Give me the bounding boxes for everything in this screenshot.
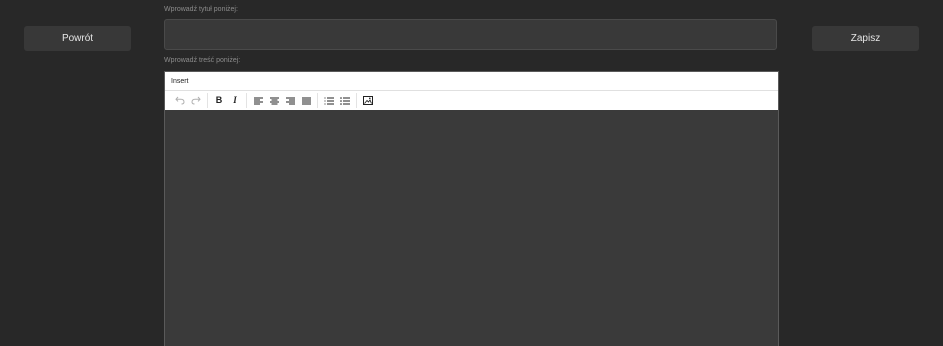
title-input[interactable]	[164, 19, 777, 50]
undo-icon[interactable]	[172, 93, 188, 108]
align-left-icon[interactable]	[250, 93, 266, 108]
bullet-list-icon[interactable]	[337, 93, 353, 108]
align-justify-icon[interactable]	[298, 93, 314, 108]
menu-insert[interactable]: Insert	[171, 78, 189, 85]
insert-group	[357, 93, 379, 108]
content-field-label: Wprowadź treść poniżej:	[164, 57, 241, 64]
image-icon[interactable]	[360, 93, 376, 108]
back-button[interactable]: Powrót	[24, 26, 131, 51]
italic-icon[interactable]: I	[227, 93, 243, 108]
format-group: B I	[208, 93, 247, 108]
editor-page: Powrót Wprowadź tytuł poniżej: Zapisz Wp…	[0, 0, 943, 346]
redo-icon[interactable]	[188, 93, 204, 108]
bold-icon[interactable]: B	[211, 93, 227, 108]
content-edit-area[interactable]	[165, 110, 778, 346]
rich-text-editor: Insert B I	[164, 71, 779, 346]
title-field-label: Wprowadź tytuł poniżej:	[164, 6, 238, 13]
align-right-icon[interactable]	[282, 93, 298, 108]
align-center-icon[interactable]	[266, 93, 282, 108]
history-group	[169, 93, 208, 108]
save-button[interactable]: Zapisz	[812, 26, 919, 51]
numbered-list-icon[interactable]	[321, 93, 337, 108]
editor-menubar: Insert	[165, 72, 778, 91]
editor-toolbar: B I	[165, 91, 778, 110]
align-group	[247, 93, 318, 108]
list-group	[318, 93, 357, 108]
